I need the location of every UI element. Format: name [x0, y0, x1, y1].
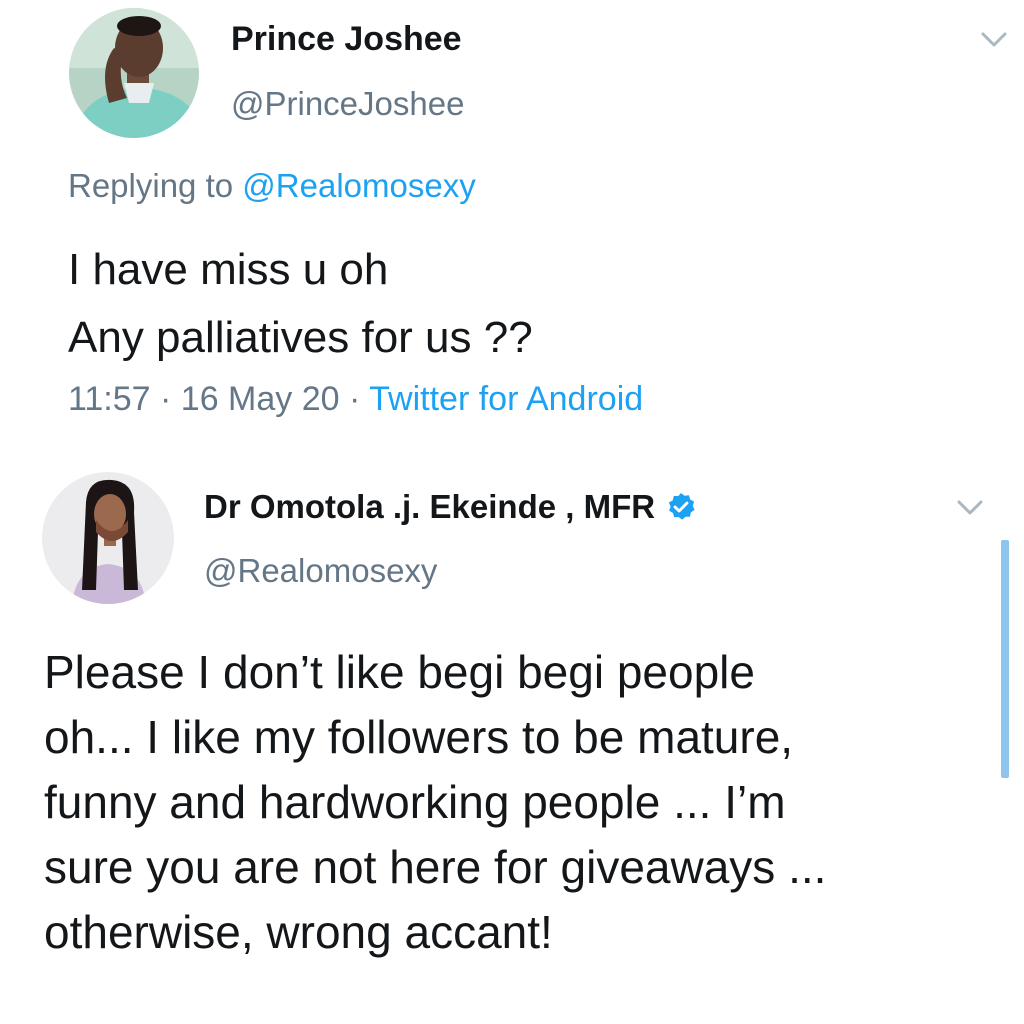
tweet-text: I have miss u oh Any palliatives for us …	[68, 236, 533, 372]
tweet-text-line: I have miss u oh	[68, 245, 389, 294]
chevron-down-icon[interactable]	[980, 30, 1008, 50]
tweet-text: Please I don’t like begi begi people oh.…	[44, 640, 826, 965]
tweet-text-line: sure you are not here for giveaways ...	[44, 841, 827, 893]
tweet-text-line: funny and hardworking people ... I’m	[44, 776, 786, 828]
replying-mention-link[interactable]: @Realomosexy	[242, 167, 475, 204]
verified-badge-icon	[668, 493, 695, 520]
chevron-down-icon[interactable]	[956, 498, 984, 518]
tweet-text-line: otherwise, wrong accant!	[44, 906, 553, 958]
tweet-text-line: oh... I like my followers to be mature,	[44, 711, 794, 763]
meta-separator: ·	[150, 380, 181, 418]
tweet-date: 16 May 20	[180, 380, 340, 418]
author-name[interactable]: Prince Joshee	[231, 20, 462, 59]
tweet-time: 11:57	[68, 380, 151, 418]
replying-prefix: Replying to	[68, 167, 234, 204]
avatar-omotola[interactable]	[42, 472, 174, 604]
tweet-thread: Prince Joshee @PrinceJoshee Replying to …	[0, 0, 1024, 1024]
author-name-text: Dr Omotola .j. Ekeinde , MFR	[204, 488, 656, 525]
author-handle[interactable]: @PrinceJoshee	[231, 85, 464, 123]
author-handle[interactable]: @Realomosexy	[204, 552, 437, 590]
meta-separator: ·	[339, 380, 370, 418]
scrollbar[interactable]	[1001, 540, 1009, 778]
tweet-source-link[interactable]: Twitter for Android	[369, 380, 643, 418]
tweet-meta: 11:57 · 16 May 20 · Twitter for Android	[68, 380, 643, 419]
tweet-text-line: Please I don’t like begi begi people	[44, 646, 755, 698]
avatar-prince-joshee[interactable]	[69, 8, 199, 138]
replying-to: Replying to @Realomosexy	[68, 167, 476, 205]
author-name[interactable]: Dr Omotola .j. Ekeinde , MFR	[204, 488, 697, 526]
tweet-text-line: Any palliatives for us ??	[68, 313, 533, 362]
